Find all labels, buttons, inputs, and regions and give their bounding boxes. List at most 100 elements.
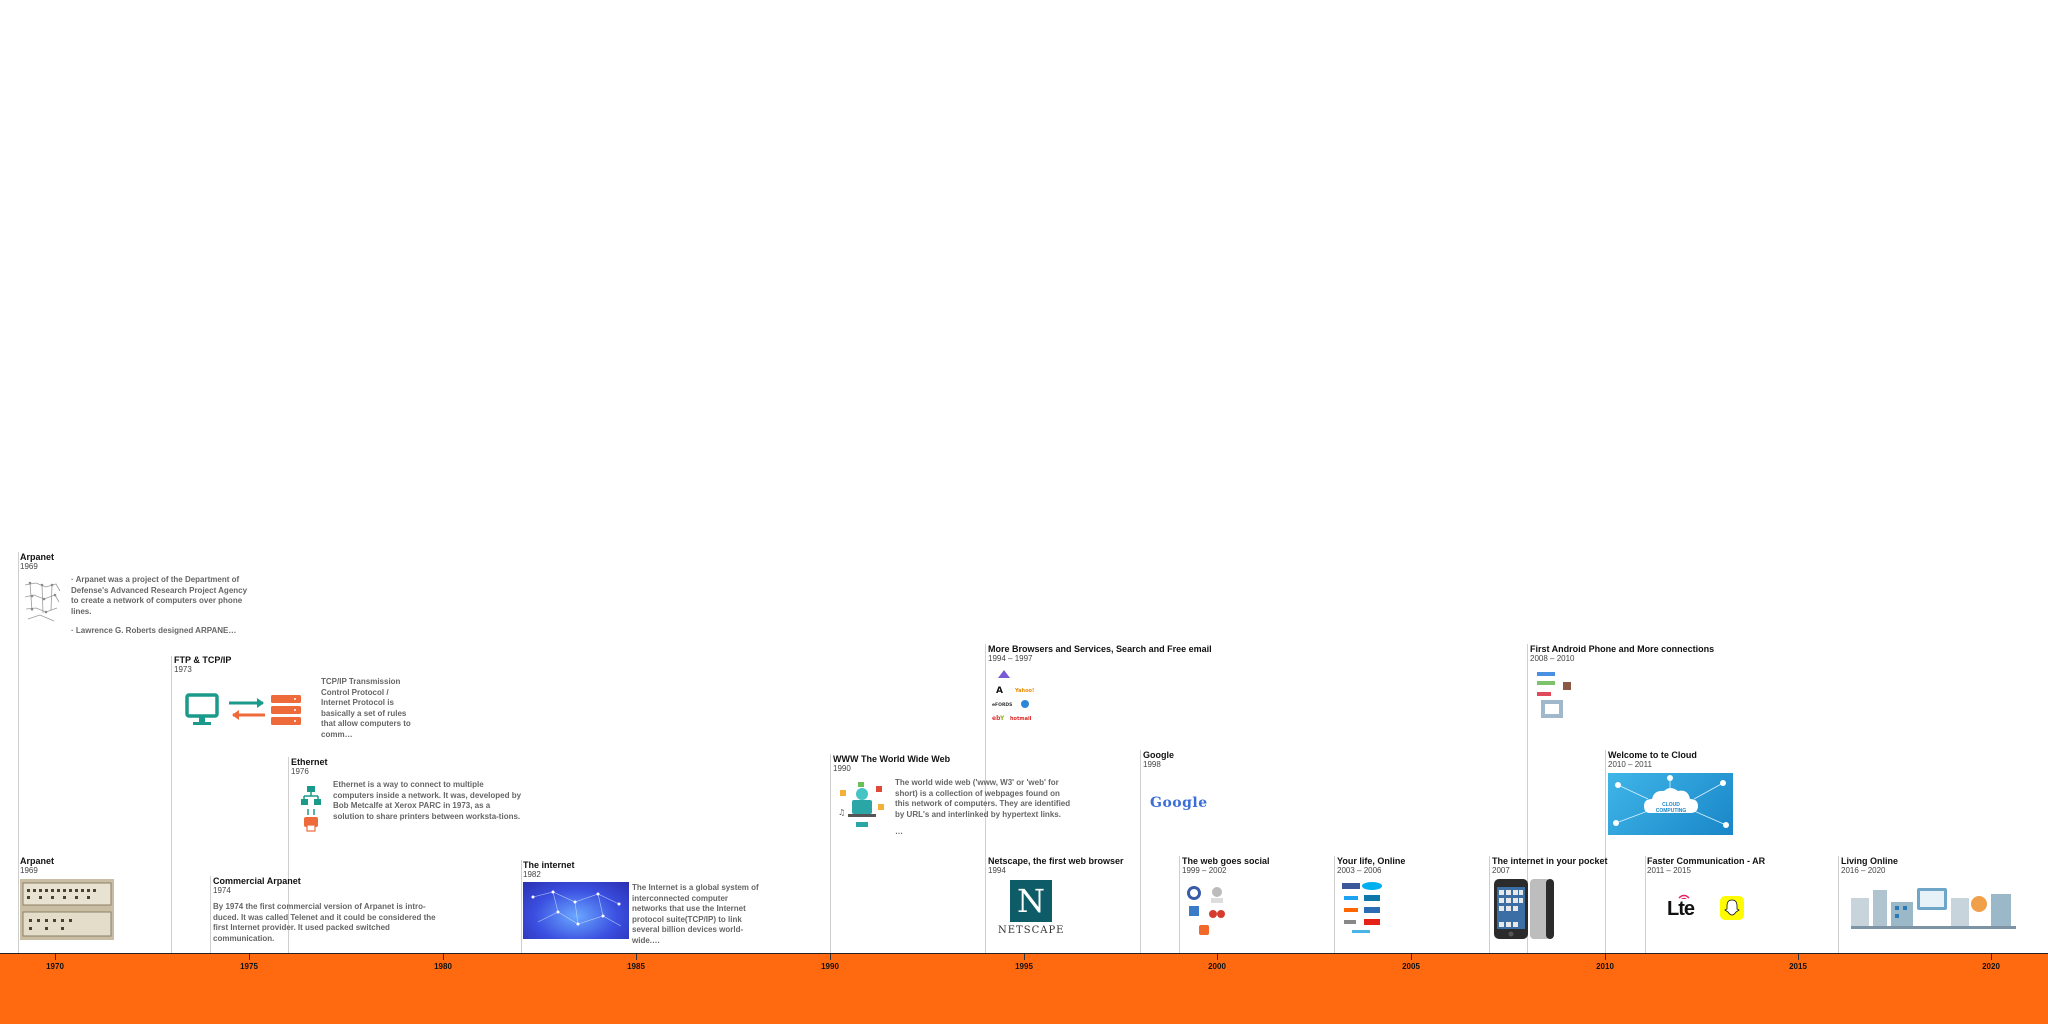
event-title: Faster Communication - AR: [1647, 856, 1766, 866]
axis-tick: [249, 954, 250, 960]
connector-line: [1334, 856, 1335, 953]
event-more-browsers[interactable]: More Browsers and Services, Search and F…: [988, 644, 1212, 663]
event-cloud[interactable]: Welcome to te Cloud 2010 – 2011: [1608, 750, 1697, 769]
event-date: 2008 – 2010: [1530, 654, 1575, 663]
event-date: 1994 – 1997: [988, 654, 1033, 663]
axis-label: 1980: [434, 962, 452, 971]
axis-tick: [1991, 954, 1992, 960]
event-google[interactable]: Google 1998: [1143, 750, 1174, 769]
event-faster-communication[interactable]: Faster Communication - AR 2011 – 2015: [1647, 856, 1765, 875]
axis-label: 2005: [1402, 962, 1420, 971]
wifi-signal-icon: [1677, 889, 1691, 899]
event-date: 2007: [1492, 866, 1510, 875]
lte-text: Lte: [1667, 898, 1695, 920]
event-internet-pocket[interactable]: The internet in your pocket 2007: [1492, 856, 1608, 875]
axis-tick: [1605, 954, 1606, 960]
axis-tick: [1798, 954, 1799, 960]
event-arpanet-top[interactable]: Arpanet 1969: [20, 552, 260, 571]
social-logos-collage: [1185, 882, 1230, 937]
snapchat-icon: [1720, 896, 1744, 920]
svg-text:♫: ♫: [838, 808, 845, 817]
event-date: 1994: [988, 866, 1006, 875]
event-date: 2016 – 2020: [1841, 866, 1886, 875]
event-more[interactable]: …: [895, 827, 903, 838]
event-date: 1998: [1143, 760, 1161, 769]
axis-label: 1990: [821, 962, 839, 971]
event-android[interactable]: First Android Phone and More connections…: [1530, 644, 1714, 663]
axis-tick: [1411, 954, 1412, 960]
svg-text:Yahoo!: Yahoo!: [1014, 688, 1034, 694]
living-online-illustration: [1851, 884, 2016, 930]
connector-line: [1140, 750, 1141, 953]
event-date: 2010 – 2011: [1608, 760, 1652, 769]
internet-network-image: [523, 882, 629, 939]
event-title: More Browsers and Services, Search and F…: [988, 644, 1212, 654]
arpanet-mainframe-photo: [20, 879, 114, 940]
axis-tick: [443, 954, 444, 960]
event-date: 1990: [833, 764, 851, 773]
event-description: Ethernet is a way to connect to multiple…: [333, 780, 522, 821]
event-title: Arpanet: [20, 856, 55, 866]
svg-text:eFORDS: eFORDS: [992, 702, 1012, 708]
event-title: First Android Phone and More connections: [1530, 644, 1715, 654]
web-globe-laptop-icon: ♫: [836, 780, 888, 830]
event-web-social[interactable]: The web goes social 1999 – 2002: [1182, 856, 1270, 875]
android-apps-collage: [1535, 668, 1577, 723]
connector-line: [210, 876, 211, 953]
event-title: The internet: [523, 860, 575, 870]
connector-line: [830, 754, 831, 953]
axis-label: 2000: [1208, 962, 1226, 971]
event-description: TCP/IP Transmission Control Protocol / I…: [321, 677, 411, 739]
axis-label: 1975: [240, 962, 258, 971]
event-living-online[interactable]: Living Online 2016 – 2020: [1841, 856, 1898, 875]
svg-text:A: A: [996, 686, 1003, 696]
event-title: The web goes social: [1182, 856, 1270, 866]
event-title: Arpanet: [20, 552, 55, 562]
event-title: The internet in your pocket: [1492, 856, 1608, 866]
event-date: 2003 – 2006: [1337, 866, 1382, 875]
service-logos-collage: A Yahoo! eFORDS eb Y hotmail: [990, 668, 1035, 726]
event-date: 1976: [291, 767, 309, 776]
event-date: 1982: [523, 870, 541, 879]
event-commercial-arpanet[interactable]: Commercial Arpanet 1974: [213, 876, 301, 895]
axis-label: 2015: [1789, 962, 1807, 971]
netscape-logo-box: N: [1010, 880, 1052, 922]
connector-line: [1179, 856, 1180, 953]
svg-text:hotmail: hotmail: [1010, 716, 1032, 722]
axis-label: 1985: [627, 962, 645, 971]
event-ftp-tcpip[interactable]: FTP & TCP/IP 1973: [174, 655, 231, 674]
axis-tick: [1217, 954, 1218, 960]
axis-label: 2020: [1982, 962, 2000, 971]
event-title: Welcome to te Cloud: [1608, 750, 1697, 760]
cloud-computing-badge: CLOUD COMPUTING: [1655, 802, 1687, 814]
event-arpanet-bottom[interactable]: Arpanet 1969: [20, 856, 54, 875]
connector-line: [1645, 856, 1646, 953]
connector-line: [521, 860, 522, 953]
event-title: Your life, Online: [1337, 856, 1406, 866]
event-www[interactable]: WWW The World Wide Web 1990: [833, 754, 950, 773]
event-the-internet[interactable]: The internet 1982: [523, 860, 575, 879]
event-title: Netscape, the first web browser: [988, 856, 1124, 866]
event-description: The world wide web ('www, W3' or 'web' f…: [895, 778, 1071, 819]
axis-tick: [1024, 954, 1025, 960]
axis-tick: [636, 954, 637, 960]
arpanet-map-image: [22, 575, 62, 625]
event-date: 1969: [20, 562, 38, 571]
event-date: 2011 – 2015: [1647, 866, 1691, 875]
event-title: WWW The World Wide Web: [833, 754, 951, 764]
web-services-logos-collage: [1340, 880, 1385, 938]
printer-network-icon: [300, 785, 322, 833]
connector-line: [1489, 856, 1490, 953]
axis-label: 1995: [1015, 962, 1033, 971]
axis-tick: [830, 954, 831, 960]
axis-label: 1970: [46, 962, 64, 971]
svg-text:Y: Y: [999, 715, 1005, 722]
event-description: The Internet is a global system of inter…: [632, 883, 759, 945]
event-description: · Arpanet was a project of the Departmen…: [71, 575, 248, 616]
event-netscape[interactable]: Netscape, the first web browser 1994: [988, 856, 1124, 875]
event-date: 1999 – 2002: [1182, 866, 1227, 875]
event-title: Ethernet: [291, 757, 328, 767]
connector-line: [171, 656, 172, 953]
event-your-life-online[interactable]: Your life, Online 2003 – 2006: [1337, 856, 1405, 875]
event-ethernet[interactable]: Ethernet 1976: [291, 757, 328, 776]
